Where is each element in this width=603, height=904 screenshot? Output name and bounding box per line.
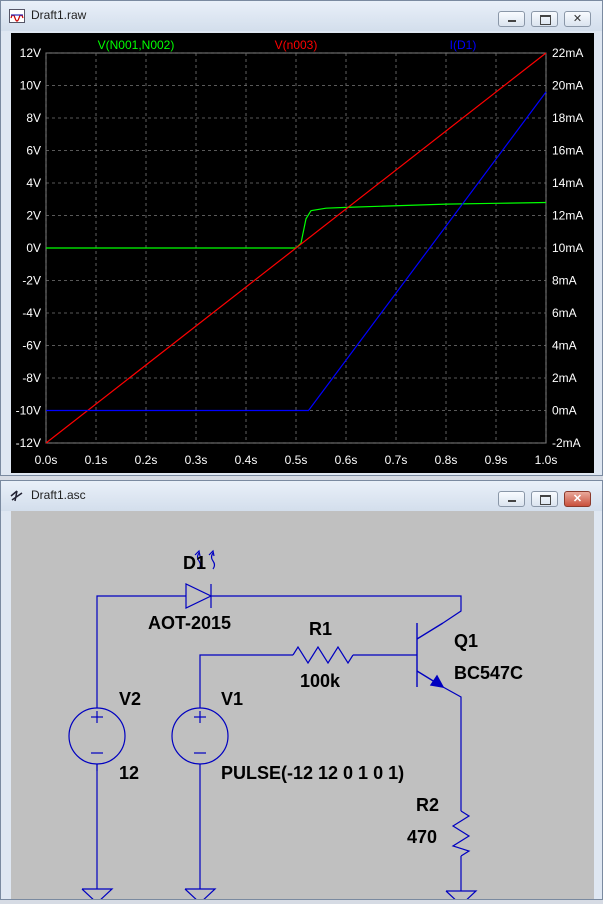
ground-icon bbox=[184, 888, 217, 904]
y-right-tick-label: 14mA bbox=[552, 176, 583, 190]
waveform-chart[interactable]: 0.0s 0.1s 0.2s 0.3s 0.4s 0.5s 0.6s 0.7s 0.8s 0.9s… bbox=[11, 33, 594, 473]
emitter-arrow-icon bbox=[429, 674, 445, 688]
schematic-canvas[interactable]: D1 AOT-2015 R1 100k Q1 BC547C V2 12 V1 P… bbox=[11, 511, 594, 904]
window-title: Draft1.asc bbox=[31, 488, 86, 502]
schematic-titlebar[interactable]: Draft1.asc ✕ bbox=[1, 481, 602, 511]
window-title: Draft1.raw bbox=[31, 8, 87, 22]
y-left-tick-label: 0V bbox=[26, 241, 41, 255]
y-right-tick-label: 12mA bbox=[552, 209, 583, 223]
r2-ref-label: R2 bbox=[416, 795, 439, 815]
x-axis-ticks: 0.0s 0.1s 0.2s 0.3s 0.4s 0.5s 0.6s 0.7s 0.8s 0.9s… bbox=[35, 453, 558, 467]
x-tick-label: 0.7s bbox=[385, 453, 408, 467]
y-right-tick-label: 4mA bbox=[552, 339, 577, 353]
y-right-tick-label: 6mA bbox=[552, 306, 577, 320]
resistor-r1[interactable] bbox=[292, 645, 354, 665]
left-axis-ticks: 12V 10V 8V 6V 4V 2V 0V -2V -4V -6V -8V -10V -12V bbox=[16, 46, 41, 450]
close-button[interactable]: ✕ bbox=[564, 11, 591, 27]
x-tick-label: 0.4s bbox=[235, 453, 258, 467]
x-tick-label: 0.3s bbox=[185, 453, 208, 467]
ground-icon bbox=[81, 888, 114, 904]
y-left-tick-label: -12V bbox=[16, 436, 41, 450]
transistor-q1[interactable] bbox=[416, 622, 445, 688]
v1-value-label: PULSE(-12 12 0 1 0 1) bbox=[221, 763, 404, 783]
legend-entry[interactable]: V(n003) bbox=[275, 38, 318, 52]
d1-value-label: AOT-2015 bbox=[148, 613, 231, 633]
r1-ref-label: R1 bbox=[309, 619, 332, 639]
y-right-tick-label: 22mA bbox=[552, 46, 583, 60]
y-right-tick-label: 18mA bbox=[552, 111, 583, 125]
y-left-tick-label: -2V bbox=[22, 274, 41, 288]
y-right-tick-label: 8mA bbox=[552, 274, 577, 288]
y-left-tick-label: 12V bbox=[20, 46, 41, 60]
y-right-tick-label: -2mA bbox=[552, 436, 581, 450]
waveform-titlebar[interactable]: Draft1.raw ✕ bbox=[1, 1, 602, 31]
voltage-source-v2[interactable] bbox=[68, 707, 126, 765]
q1-value-label: BC547C bbox=[454, 663, 523, 683]
close-icon: ✕ bbox=[572, 13, 583, 25]
y-left-tick-label: 4V bbox=[26, 176, 41, 190]
voltage-source-v1[interactable] bbox=[171, 707, 229, 765]
v1-ref-label: V1 bbox=[221, 689, 243, 709]
legend-entry[interactable]: V(N001,N002) bbox=[98, 38, 175, 52]
y-right-tick-label: 20mA bbox=[552, 79, 583, 93]
resistor-r2[interactable] bbox=[451, 810, 471, 857]
maximize-button[interactable] bbox=[531, 491, 558, 507]
emission-arrow-icon bbox=[208, 549, 216, 570]
waveform-window: Draft1.raw ✕ 0.0s 0.1s 0.2s 0.3s 0.4s 0.5s 0.6… bbox=[0, 0, 603, 476]
x-tick-label: 0.9s bbox=[485, 453, 508, 467]
y-left-tick-label: -6V bbox=[22, 339, 41, 353]
x-tick-label: 0.5s bbox=[285, 453, 308, 467]
wire-d1-q1 bbox=[211, 595, 462, 624]
ground-icon bbox=[445, 890, 478, 904]
y-left-tick-label: 10V bbox=[20, 79, 41, 93]
right-axis-ticks: 22mA 20mA 18mA 16mA 14mA 12mA 10mA 8mA 6mA 4mA 2mA… bbox=[552, 46, 583, 450]
x-tick-label: 0.6s bbox=[335, 453, 358, 467]
y-right-tick-label: 0mA bbox=[552, 404, 577, 418]
y-left-tick-label: -8V bbox=[22, 371, 41, 385]
v2-value-label: 12 bbox=[119, 763, 139, 783]
minimize-button[interactable] bbox=[498, 11, 525, 27]
wire-q1-r2 bbox=[442, 686, 462, 811]
minimize-button[interactable] bbox=[498, 491, 525, 507]
y-right-tick-label: 16mA bbox=[552, 144, 583, 158]
schematic-window: Draft1.asc ✕ D1 AOT-2015 R1 100k Q1 BC54… bbox=[0, 480, 603, 904]
waveform-plot[interactable]: 0.0s 0.1s 0.2s 0.3s 0.4s 0.5s 0.6s 0.7s 0.8s 0.9s… bbox=[11, 33, 594, 473]
y-left-tick-label: 8V bbox=[26, 111, 41, 125]
x-tick-label: 0.1s bbox=[85, 453, 108, 467]
y-left-tick-label: 2V bbox=[26, 209, 41, 223]
maximize-icon bbox=[540, 15, 551, 25]
y-left-tick-label: -4V bbox=[22, 306, 41, 320]
trace-legend[interactable]: V(N001,N002) V(n003) I(D1) bbox=[98, 38, 477, 52]
waveform-app-icon bbox=[9, 9, 25, 23]
r1-value-label: 100k bbox=[300, 671, 341, 691]
r2-value-label: 470 bbox=[407, 827, 437, 847]
schematic-app-icon bbox=[10, 490, 23, 502]
x-tick-label: 0.2s bbox=[135, 453, 158, 467]
x-tick-label: 1.0s bbox=[535, 453, 558, 467]
minimize-icon bbox=[508, 500, 516, 502]
y-left-tick-label: -10V bbox=[16, 404, 41, 418]
schematic-drawing[interactable]: D1 AOT-2015 R1 100k Q1 BC547C V2 12 V1 P… bbox=[11, 511, 594, 904]
maximize-icon bbox=[540, 495, 551, 505]
close-icon: ✕ bbox=[572, 493, 583, 505]
v2-ref-label: V2 bbox=[119, 689, 141, 709]
close-button[interactable]: ✕ bbox=[564, 491, 591, 507]
maximize-button[interactable] bbox=[531, 11, 558, 27]
q1-ref-label: Q1 bbox=[454, 631, 478, 651]
y-left-tick-label: 6V bbox=[26, 144, 41, 158]
legend-entry[interactable]: I(D1) bbox=[450, 38, 477, 52]
y-right-tick-label: 10mA bbox=[552, 241, 583, 255]
y-right-tick-label: 2mA bbox=[552, 371, 577, 385]
d1-ref-label: D1 bbox=[183, 553, 206, 573]
x-tick-label: 0.8s bbox=[435, 453, 458, 467]
x-tick-label: 0.0s bbox=[35, 453, 58, 467]
minimize-icon bbox=[508, 20, 516, 22]
